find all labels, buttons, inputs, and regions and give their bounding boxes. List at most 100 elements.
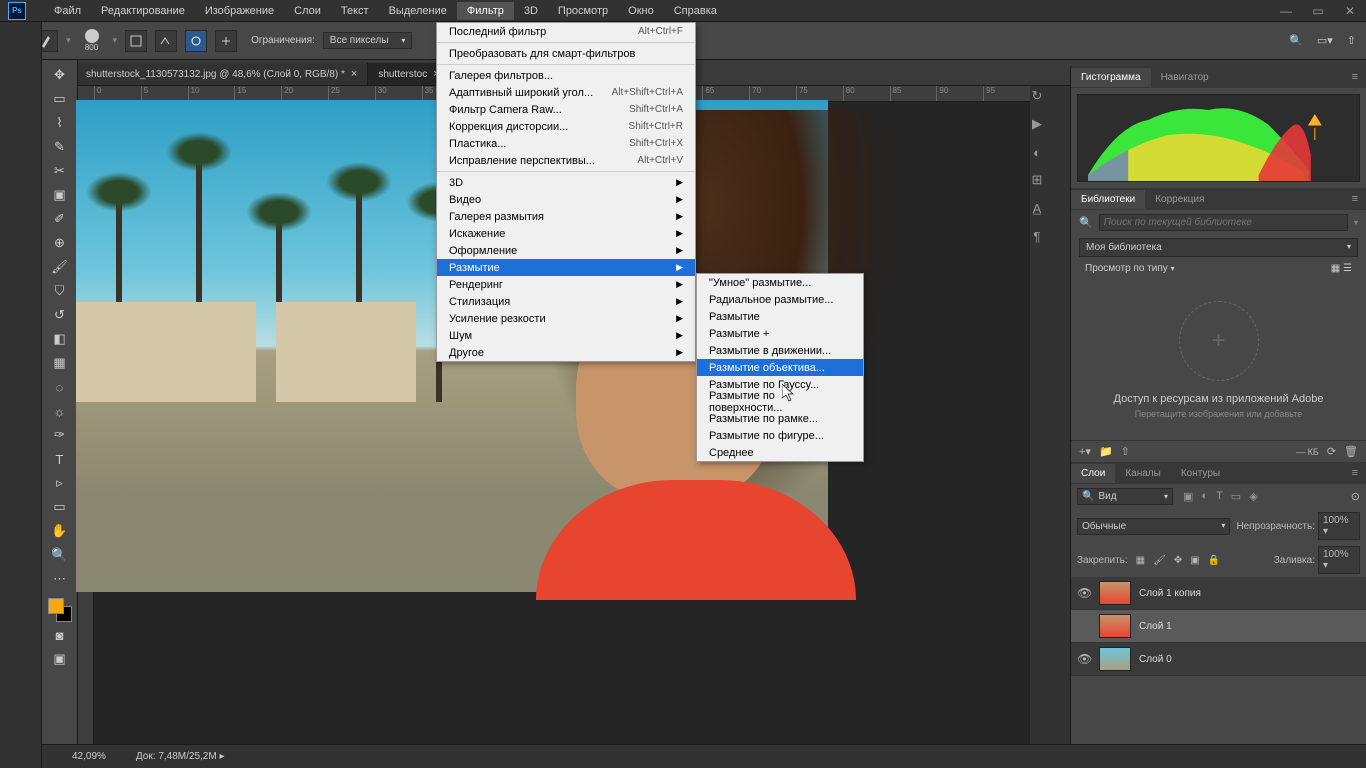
- menu-item--[interactable]: Галерея фильтров...: [437, 67, 695, 84]
- frame-tool[interactable]: ▣: [49, 184, 71, 206]
- history-icon[interactable]: ↻: [1029, 88, 1045, 104]
- filter-shape-icon[interactable]: ▭: [1231, 490, 1241, 503]
- search-icon[interactable]: 🔍: [1289, 34, 1303, 47]
- fill-input[interactable]: 100% ▾: [1318, 546, 1360, 574]
- lasso-tool[interactable]: ⌇: [49, 112, 71, 134]
- blur-tool[interactable]: ◌: [49, 376, 71, 398]
- lock-paint-icon[interactable]: 🖌: [1153, 555, 1166, 566]
- menu-слои[interactable]: Слои: [284, 2, 331, 20]
- library-view-select[interactable]: Просмотр по типу ▾ ▦ ☰: [1079, 260, 1358, 277]
- brush-preview[interactable]: 800: [85, 29, 99, 52]
- edit-toolbar[interactable]: ⋯: [49, 568, 71, 590]
- properties-icon[interactable]: ⊞: [1029, 172, 1045, 188]
- menu-item--[interactable]: Исправление перспективы...Alt+Ctrl+V: [437, 152, 695, 169]
- marquee-tool[interactable]: ▭: [49, 88, 71, 110]
- submenu-item--[interactable]: Размытие по поверхности...: [697, 393, 863, 410]
- brush-tool[interactable]: 🖌: [49, 256, 71, 278]
- eyedropper-tool[interactable]: ✐: [49, 208, 71, 230]
- brush-settings-icon[interactable]: [125, 30, 147, 52]
- character-icon[interactable]: A̲: [1029, 200, 1045, 216]
- path-select-tool[interactable]: ▹: [49, 472, 71, 494]
- sync-icon[interactable]: ⟳: [1327, 445, 1336, 458]
- filter-smart-icon[interactable]: ◈: [1249, 490, 1257, 503]
- lock-pixels-icon[interactable]: ▦: [1136, 555, 1145, 566]
- menu-item--[interactable]: Видео▶: [437, 191, 695, 208]
- visibility-icon[interactable]: 👁: [1077, 652, 1091, 666]
- paragraph-icon[interactable]: ¶: [1029, 228, 1045, 244]
- lock-artboard-icon[interactable]: ▣: [1190, 555, 1199, 566]
- upload-icon[interactable]: ⇧: [1121, 445, 1130, 458]
- submenu-item--[interactable]: Размытие по фигуре...: [697, 427, 863, 444]
- opacity-input[interactable]: 100% ▾: [1318, 512, 1360, 540]
- tab-corrections[interactable]: Коррекция: [1145, 190, 1214, 209]
- menu-item--[interactable]: Другое▶: [437, 344, 695, 361]
- zoom-tool[interactable]: 🔍: [49, 544, 71, 566]
- folder-icon[interactable]: 📁: [1099, 445, 1113, 458]
- shape-tool[interactable]: ▭: [49, 496, 71, 518]
- maximize-button[interactable]: ▭: [1302, 1, 1334, 21]
- heal-mode2-icon[interactable]: [185, 30, 207, 52]
- filter-type-icon[interactable]: T: [1216, 490, 1223, 503]
- minimize-button[interactable]: —: [1270, 1, 1302, 21]
- tab-paths[interactable]: Контуры: [1171, 464, 1230, 483]
- library-search-input[interactable]: [1099, 214, 1348, 231]
- filter-adjust-icon[interactable]: ◐: [1201, 490, 1208, 503]
- menu-изображение[interactable]: Изображение: [195, 2, 284, 20]
- heal-mode3-icon[interactable]: [215, 30, 237, 52]
- submenu-item--[interactable]: Радиальное размытие...: [697, 291, 863, 308]
- panel-menu-icon[interactable]: ≡: [1344, 71, 1366, 83]
- menu-item--[interactable]: Галерея размытия▶: [437, 208, 695, 225]
- dodge-tool[interactable]: ☼: [49, 400, 71, 422]
- list-view-icon[interactable]: ☰: [1343, 263, 1352, 274]
- visibility-icon[interactable]: 👁: [1077, 586, 1091, 600]
- layer-row[interactable]: Слой 1: [1071, 610, 1366, 643]
- constraint-select[interactable]: Все пикселы ▾: [323, 32, 413, 49]
- adjustments-icon[interactable]: ◐: [1029, 144, 1045, 160]
- layer-kind-filter[interactable]: 🔍 Вид ▾: [1077, 488, 1173, 505]
- document-tab[interactable]: shutterstock_1130573132.jpg @ 48,6% (Сло…: [76, 63, 368, 85]
- menu-item-3d[interactable]: 3D▶: [437, 174, 695, 191]
- stamp-tool[interactable]: ⛉: [49, 280, 71, 302]
- submenu-item--[interactable]: Размытие в движении...: [697, 342, 863, 359]
- submenu-item--[interactable]: "Умное" размытие...: [697, 274, 863, 291]
- menu-3d[interactable]: 3D: [514, 2, 548, 20]
- panel-menu-icon[interactable]: ≡: [1344, 467, 1366, 479]
- lock-all-icon[interactable]: 🔒: [1208, 555, 1220, 566]
- tab-histogram[interactable]: Гистограмма: [1071, 68, 1151, 87]
- zoom-level[interactable]: 42,09%: [72, 751, 106, 762]
- tab-channels[interactable]: Каналы: [1115, 464, 1171, 483]
- layer-thumbnail[interactable]: [1099, 581, 1131, 605]
- quick-select-tool[interactable]: ✎: [49, 136, 71, 158]
- add-icon[interactable]: +▾: [1079, 445, 1091, 458]
- menu-item--[interactable]: Искажение▶: [437, 225, 695, 242]
- menu-редактирование[interactable]: Редактирование: [91, 2, 195, 20]
- menu-item--camera-raw-[interactable]: Фильтр Camera Raw...Shift+Ctrl+A: [437, 101, 695, 118]
- trash-icon[interactable]: 🗑: [1344, 445, 1358, 458]
- tab-layers[interactable]: Слои: [1071, 464, 1115, 483]
- menu-фильтр[interactable]: Фильтр: [457, 2, 514, 20]
- type-tool[interactable]: T: [49, 448, 71, 470]
- filter-toggle[interactable]: ⊙: [1351, 490, 1360, 503]
- menu-item--[interactable]: Коррекция дисторсии...Shift+Ctrl+R: [437, 118, 695, 135]
- menu-файл[interactable]: Файл: [44, 2, 91, 20]
- lock-position-icon[interactable]: ✥: [1174, 555, 1182, 566]
- fg-color-swatch[interactable]: [48, 598, 64, 614]
- submenu-item--[interactable]: Размытие объектива...: [697, 359, 863, 376]
- healing-tool[interactable]: ⊕: [49, 232, 71, 254]
- menu-item--[interactable]: Пластика...Shift+Ctrl+X: [437, 135, 695, 152]
- menu-item--[interactable]: Последний фильтрAlt+Ctrl+F: [437, 23, 695, 40]
- menu-item--[interactable]: Рендеринг▶: [437, 276, 695, 293]
- heal-mode1-icon[interactable]: [155, 30, 177, 52]
- actions-icon[interactable]: ▶: [1029, 116, 1045, 132]
- hand-tool[interactable]: ✋: [49, 520, 71, 542]
- menu-выделение[interactable]: Выделение: [379, 2, 457, 20]
- menu-item--[interactable]: Размытие▶: [437, 259, 695, 276]
- menu-item--[interactable]: Усиление резкости▶: [437, 310, 695, 327]
- move-tool[interactable]: ✥: [49, 64, 71, 86]
- pen-tool[interactable]: ✑: [49, 424, 71, 446]
- submenu-item--[interactable]: Среднее: [697, 444, 863, 461]
- blend-mode-select[interactable]: Обычные ▾: [1077, 518, 1230, 535]
- close-button[interactable]: ✕: [1334, 1, 1366, 21]
- menu-просмотр[interactable]: Просмотр: [548, 2, 618, 20]
- menu-справка[interactable]: Справка: [664, 2, 727, 20]
